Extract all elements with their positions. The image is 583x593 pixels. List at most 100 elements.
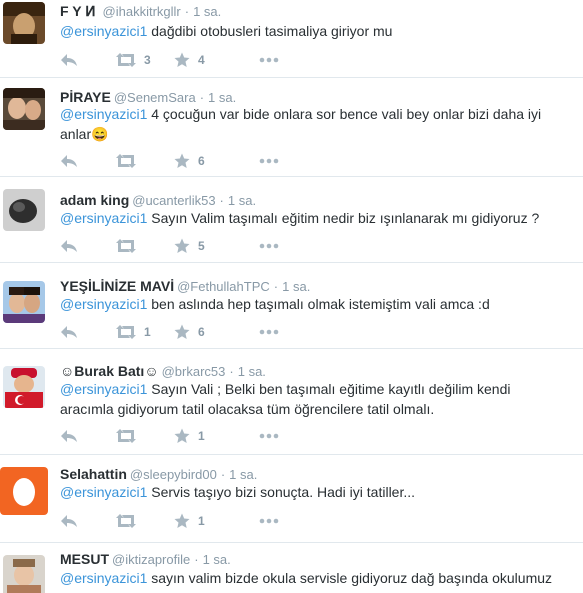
retweet-icon <box>116 429 136 443</box>
favorite-count: 1 <box>198 514 205 528</box>
reply-button[interactable] <box>60 511 78 531</box>
timestamp[interactable]: 1 sa. <box>208 90 236 105</box>
favorite-count: 6 <box>198 325 205 339</box>
user-name[interactable]: F Y Ͷ <box>60 3 100 19</box>
separator-dot: · <box>194 552 199 567</box>
tweet-text: @ersinyazici1 sayın valim bizde okula se… <box>60 568 565 593</box>
user-name[interactable]: YEŞİLİNİZE MAVİ <box>60 278 174 294</box>
retweet-button[interactable] <box>116 511 144 531</box>
mention-link[interactable]: @ersinyazici1 <box>60 296 147 312</box>
avatar[interactable] <box>3 555 45 593</box>
more-icon <box>259 518 279 524</box>
user-name[interactable]: Selahattin <box>60 466 127 482</box>
timestamp[interactable]: 1 sa. <box>203 552 231 567</box>
tweet-text: @ersinyazici1 Sayın Vali ; Belki ben taş… <box>60 379 565 419</box>
retweet-icon <box>116 239 136 253</box>
mention-link[interactable]: @ersinyazici1 <box>60 570 147 586</box>
avatar[interactable] <box>3 366 45 408</box>
retweet-button[interactable]: 1 <box>116 322 151 342</box>
favorite-button[interactable]: 1 <box>174 426 205 446</box>
tweet-text: @ersinyazici1 Servis taşıyo bizi sonuçta… <box>60 482 565 502</box>
mention-link[interactable]: @ersinyazici1 <box>60 23 147 39</box>
favorite-count: 1 <box>198 429 205 443</box>
retweet-icon <box>116 53 136 67</box>
reply-button[interactable] <box>60 50 78 70</box>
tweet: MESUT @iktizaprofile · 1 sa. @ersinyazici1 … <box>0 543 583 593</box>
more-button[interactable] <box>259 511 279 531</box>
retweet-button[interactable]: 3 <box>116 50 151 70</box>
retweet-button[interactable] <box>116 236 144 256</box>
mention-link[interactable]: @ersinyazici1 <box>60 381 147 397</box>
avatar[interactable] <box>0 467 48 515</box>
user-handle[interactable]: @ihakkitrkgllr <box>103 4 181 19</box>
tweet-body: ben aslında hep taşımalı olmak istemişti… <box>147 296 490 312</box>
retweet-button[interactable] <box>116 151 144 171</box>
more-icon <box>259 433 279 439</box>
favorite-button[interactable]: 5 <box>174 236 205 256</box>
reply-button[interactable] <box>60 322 78 342</box>
reply-button[interactable] <box>60 426 78 446</box>
avatar[interactable] <box>3 281 45 323</box>
tweet-text: @ersinyazici1 ben aslında hep taşımalı o… <box>60 294 565 314</box>
separator-dot: · <box>220 467 226 482</box>
timestamp[interactable]: 1 sa. <box>228 193 256 208</box>
avatar[interactable] <box>3 88 45 130</box>
user-handle[interactable]: @FethullahTPC <box>177 279 270 294</box>
more-icon <box>259 243 279 249</box>
user-name[interactable]: ☺Burak Batı☺ <box>60 363 159 379</box>
retweet-icon <box>116 325 136 339</box>
tweet: F Y Ͷ @ihakkitrkgllr · 1 sa. @ersinyazici1… <box>0 0 583 78</box>
user-handle[interactable]: @sleepybird00 <box>130 467 217 482</box>
favorite-button[interactable]: 6 <box>174 322 205 342</box>
timestamp[interactable]: 1 sa. <box>238 364 266 379</box>
mention-link[interactable]: @ersinyazici1 <box>60 106 147 122</box>
retweet-button[interactable] <box>116 426 144 446</box>
tweet: PİRAYE @SenemSara · 1 sa. @ersinyazici1 4 ç… <box>0 78 583 177</box>
timestamp[interactable]: 1 sa. <box>282 279 310 294</box>
favorite-button[interactable]: 1 <box>174 511 205 531</box>
user-handle[interactable]: @brkarc53 <box>162 364 226 379</box>
user-name[interactable]: MESUT <box>60 551 109 567</box>
reply-icon <box>61 515 77 527</box>
retweet-count: 3 <box>144 53 151 67</box>
favorite-button[interactable]: 4 <box>174 50 205 70</box>
star-icon <box>174 153 190 168</box>
tweet-body: dağdibi otobusleri tasimaliya giriyor mu <box>147 23 393 39</box>
more-icon <box>259 158 279 164</box>
favorite-count: 4 <box>198 53 205 67</box>
more-button[interactable] <box>259 426 279 446</box>
separator-dot: · <box>229 364 234 379</box>
more-button[interactable] <box>259 236 279 256</box>
user-handle[interactable]: @SenemSara <box>114 90 196 105</box>
tweet-header: F Y Ͷ @ihakkitrkgllr · 1 sa. <box>60 2 221 21</box>
separator-dot: · <box>199 90 205 105</box>
timestamp[interactable]: 1 sa. <box>229 467 257 482</box>
more-button[interactable] <box>259 151 279 171</box>
tweet-header: MESUT @iktizaprofile · 1 sa. <box>60 550 231 569</box>
tweet: Selahattin @sleepybird00 · 1 sa. @ersinyazi… <box>0 455 583 543</box>
tweet-text: @ersinyazici1 4 çocuğun var bide onlara … <box>60 104 565 144</box>
avatar[interactable] <box>3 189 45 231</box>
user-handle[interactable]: @ucanterlik53 <box>132 193 215 208</box>
mention-link[interactable]: @ersinyazici1 <box>60 484 147 500</box>
user-name[interactable]: PİRAYE <box>60 89 111 105</box>
user-handle[interactable]: @iktizaprofile <box>112 552 190 567</box>
more-button[interactable] <box>259 50 279 70</box>
reply-icon <box>61 326 77 338</box>
favorite-button[interactable]: 6 <box>174 151 205 171</box>
more-button[interactable] <box>259 322 279 342</box>
more-icon <box>259 329 279 335</box>
mention-link[interactable]: @ersinyazici1 <box>60 210 147 226</box>
star-icon <box>174 513 190 528</box>
tweet-body: Sayın Valim taşımalı eğitim nedir biz ış… <box>147 210 540 226</box>
reply-button[interactable] <box>60 236 78 256</box>
reply-icon <box>61 430 77 442</box>
timestamp[interactable]: 1 sa. <box>193 4 221 19</box>
star-icon <box>174 324 190 339</box>
reply-icon <box>61 240 77 252</box>
separator-dot: · <box>219 193 224 208</box>
favorite-count: 5 <box>198 239 205 253</box>
user-name[interactable]: adam king <box>60 192 129 208</box>
reply-button[interactable] <box>60 151 78 171</box>
avatar[interactable] <box>3 2 45 44</box>
